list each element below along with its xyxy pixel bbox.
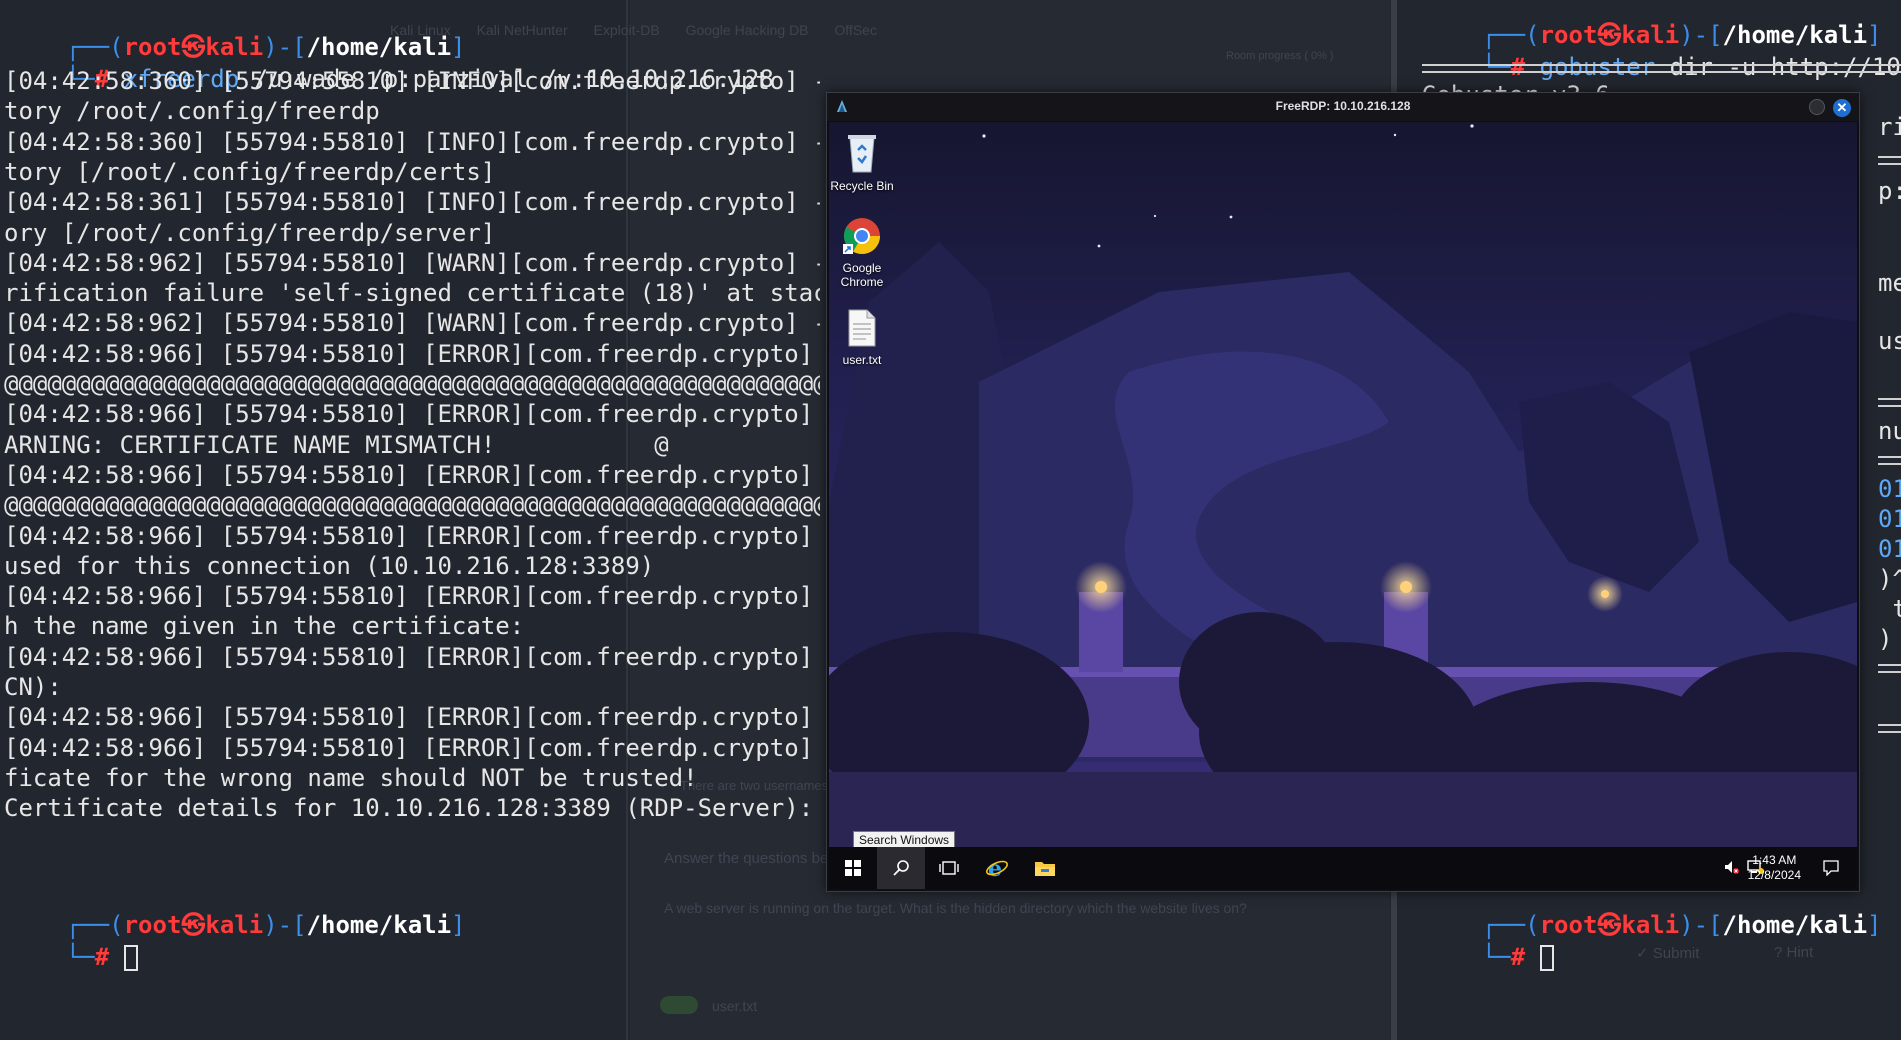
windows-taskbar[interactable]: e 1:43 AM 12/8/2024 xyxy=(829,847,1857,889)
left-prompt-line-1: ┌──(root㉿kali)-[/home/kali] xyxy=(65,33,466,61)
remote-desktop[interactable]: Recycle Bin Google Chrome user.txt Searc… xyxy=(829,122,1857,847)
terminal-output-line: tory /root/.config/freerdp xyxy=(4,97,380,126)
output-separator xyxy=(1878,156,1901,165)
terminal-output-line: used for this connection (10.10.216.128:… xyxy=(4,551,655,580)
task-view-icon xyxy=(939,861,959,875)
right-fragment: me/k xyxy=(1878,269,1901,297)
terminal-output-line: ory [/root/.config/freerdp/server] xyxy=(4,218,496,247)
text-file-icon xyxy=(848,309,876,347)
terminal-output-line: [04:42:58:966] [55794:55810] [ERROR][com… xyxy=(4,582,820,611)
terminal-output-line: @@@@@@@@@@@@@@@@@@@@@@@@@@@@@@@@@@@@@@@@… xyxy=(4,370,820,398)
terminal-output-line: [04:42:58:966] [55794:55810] [ERROR][com… xyxy=(4,703,820,732)
terminal-output-line: [04:42:58:966] [55794:55810] [ERROR][com… xyxy=(4,339,820,368)
left-command-line: └─# xfreerdp /u:wade /p:parzival /v:10.1… xyxy=(65,65,774,93)
output-separator xyxy=(1878,664,1901,673)
file-explorer-button[interactable] xyxy=(1021,847,1069,889)
right-fragment: p:// xyxy=(1878,177,1901,205)
recycle-bin-icon xyxy=(848,135,876,173)
terminal-cursor xyxy=(123,945,138,971)
terminal-output-line: [04:42:58:962] [55794:55810] [WARN][com.… xyxy=(4,309,820,338)
minimize-button[interactable] xyxy=(1809,99,1825,115)
right-prompt-line-1: ┌──(root㉿kali)-[/home/kali] xyxy=(1481,21,1882,49)
clock-date: 12/8/2024 xyxy=(1747,868,1801,882)
windows-logo-icon xyxy=(845,860,861,876)
right-fragment: uste xyxy=(1878,327,1901,355)
rdp-titlebar[interactable]: FreeRDP: 10.10.216.128 ✕ xyxy=(827,93,1859,121)
bookmark-offsec[interactable]: OffSec xyxy=(834,22,877,38)
desktop-icon-user-txt[interactable]: user.txt xyxy=(829,308,901,367)
desktop-icon-label: Google Chrome xyxy=(840,261,884,289)
terminal-output-line: tory [/root/.config/freerdp/certs] xyxy=(4,157,496,186)
terminal-output-line: [04:42:58:966] [55794:55810] [ERROR][com… xyxy=(4,521,820,550)
internet-explorer-icon: e xyxy=(986,856,1008,880)
desktop-icon-label: user.txt xyxy=(842,353,882,367)
terminal-output-line: [04:42:58:360] [55794:55810] [INFO][com.… xyxy=(4,127,820,156)
search-tooltip: Search Windows xyxy=(853,831,956,847)
right-fragment: )^C xyxy=(1878,565,1901,593)
search-button[interactable] xyxy=(877,847,925,889)
right-fragment: te xyxy=(1892,595,1901,623)
terminal-output-line: [04:42:58:360] [55794:55810] [INFO][com.… xyxy=(4,67,820,95)
terminal-output-line: [04:42:58:962] [55794:55810] [WARN][com.… xyxy=(4,248,820,277)
desktop-icon-recycle-bin[interactable]: Recycle Bin xyxy=(829,130,901,193)
right-fragment: ) xyxy=(1878,625,1893,653)
right-fragment: 01) xyxy=(1878,535,1901,563)
output-separator xyxy=(1878,724,1901,733)
start-button[interactable] xyxy=(829,847,877,889)
internet-explorer-button[interactable]: e xyxy=(973,847,1021,889)
terminal-output-line: [04:42:58:966] [55794:55810] [ERROR][com… xyxy=(4,460,820,489)
rdp-window-title: FreeRDP: 10.10.216.128 xyxy=(1275,99,1411,113)
terminal-output-line: rification failure 'self-signed certific… xyxy=(4,279,820,308)
right-fragment: rist xyxy=(1878,113,1901,141)
terminal-output-line: [04:42:58:361] [55794:55810] [INFO][com.… xyxy=(4,188,820,217)
terminal-output-line: [04:42:58:966] [55794:55810] [ERROR][com… xyxy=(4,400,820,429)
right-fragment: nume xyxy=(1878,417,1901,445)
right-input-line[interactable]: └─# xyxy=(1424,912,1554,971)
terminal-output-line: [04:42:58:966] [55794:55810] [ERROR][com… xyxy=(4,642,820,671)
terminal-cursor xyxy=(1539,945,1554,971)
freerdp-window[interactable]: FreeRDP: 10.10.216.128 ✕ Recycle Bin Goo… xyxy=(826,92,1860,892)
terminal-output-line: ficate for the wrong name should NOT be … xyxy=(4,763,698,792)
search-icon xyxy=(893,860,909,876)
terminal-output-line: CN): xyxy=(4,673,62,701)
right-fragment: 01) xyxy=(1878,475,1901,503)
terminal-output-line: Certificate details for 10.10.216.128:33… xyxy=(4,794,814,823)
output-separator xyxy=(1878,456,1901,465)
output-separator xyxy=(1422,64,1901,73)
desktop-icon-label: Recycle Bin xyxy=(830,179,894,193)
terminal-output-line: [04:42:58:966] [55794:55810] [ERROR][com… xyxy=(4,733,820,762)
volume-muted-icon[interactable] xyxy=(1723,859,1739,875)
left-input-line[interactable]: └─# xyxy=(8,912,138,971)
room-progress-label: Room progress ( 0% ) xyxy=(1226,50,1334,62)
taskbar-clock[interactable]: 1:43 AM 12/8/2024 xyxy=(1748,853,1801,883)
close-button[interactable]: ✕ xyxy=(1833,99,1851,117)
left-terminal[interactable]: ┌──(root㉿kali)-[/home/kali] └─# xfreerdp… xyxy=(0,0,820,1040)
chrome-icon xyxy=(843,218,880,255)
folder-icon xyxy=(1035,862,1055,876)
terminal-output-line: ARNING: CERTIFICATE NAME MISMATCH! @ xyxy=(4,430,669,459)
action-center-icon[interactable] xyxy=(1823,860,1839,876)
terminal-output-line: @@@@@@@@@@@@@@@@@@@@@@@@@@@@@@@@@@@@@@@@… xyxy=(4,491,820,520)
clock-time: 1:43 AM xyxy=(1752,853,1797,867)
svg-text:e: e xyxy=(988,856,1002,880)
desktop-wallpaper xyxy=(829,122,1857,847)
desktop-icon-google-chrome[interactable]: Google Chrome xyxy=(829,216,901,289)
output-separator xyxy=(1878,398,1901,407)
terminal-output-line: h the name given in the certificate: xyxy=(4,612,525,641)
right-command-line: └─# gobuster dir -u http://10.10.216 xyxy=(1424,22,1901,81)
left-prompt-line-2: ┌──(root㉿kali)-[/home/kali] xyxy=(65,911,466,939)
task-view-button[interactable] xyxy=(925,847,973,889)
right-fragment: 01) xyxy=(1878,505,1901,533)
